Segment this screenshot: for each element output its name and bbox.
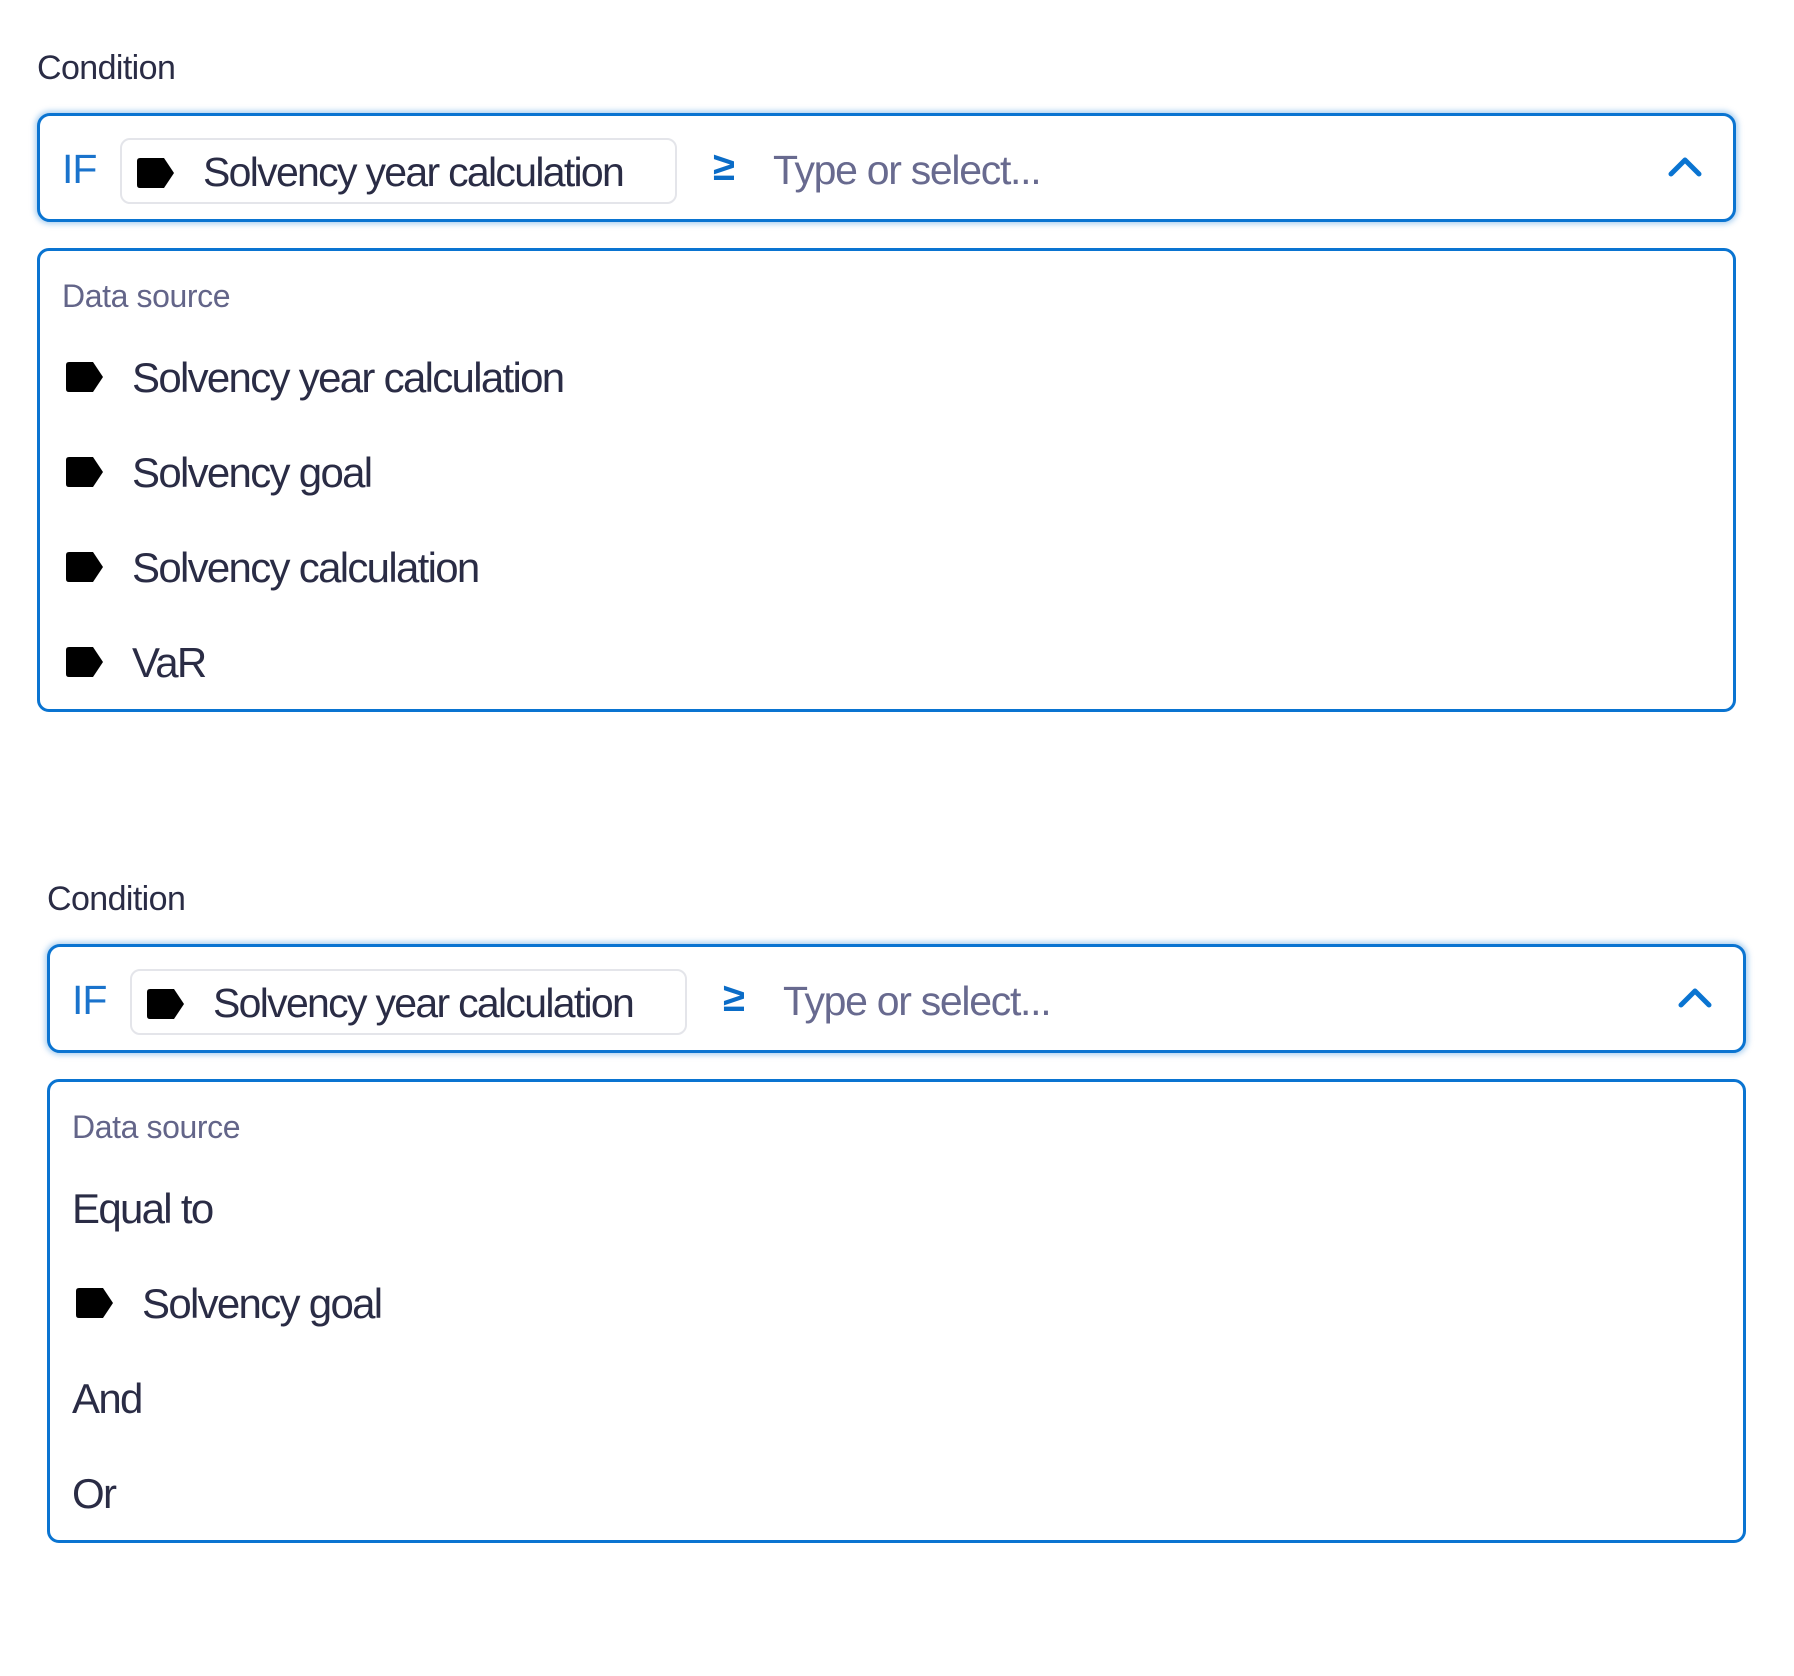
tag-icon xyxy=(66,552,103,582)
condition-label: Condition xyxy=(37,49,176,87)
condition-input[interactable]: IF Solvency year calculation ≥ xyxy=(37,113,1736,222)
tag-icon xyxy=(76,1288,113,1318)
condition-section-1: Condition IF Solvency year calculation ≥… xyxy=(37,0,1736,712)
condition-label: Condition xyxy=(47,880,186,918)
option-label: Solvency goal xyxy=(142,1280,383,1327)
dropdown-option-or[interactable]: Or xyxy=(50,1454,1743,1534)
option-label: Equal to xyxy=(72,1185,214,1232)
data-source-chip[interactable]: Solvency year calculation xyxy=(130,969,687,1035)
operator-greater-equal[interactable]: ≥ xyxy=(713,144,735,190)
chip-label: Solvency year calculation xyxy=(213,980,635,1026)
option-label: Solvency year calculation xyxy=(132,354,565,401)
dropdown-panel: Data source Solvency year calculation So… xyxy=(37,248,1736,712)
tag-icon xyxy=(66,457,103,487)
data-source-chip[interactable]: Solvency year calculation xyxy=(120,138,677,204)
operator-greater-equal[interactable]: ≥ xyxy=(723,975,745,1021)
if-keyword: IF xyxy=(72,977,107,1023)
dropdown-option[interactable]: Solvency goal xyxy=(50,1264,1743,1344)
dropdown-option[interactable]: Solvency goal xyxy=(40,433,1733,513)
dropdown-group-header: Data source xyxy=(72,1109,241,1145)
dropdown-option-and[interactable]: And xyxy=(50,1359,1743,1439)
option-label: Solvency calculation xyxy=(132,544,480,591)
dropdown-option[interactable]: VaR xyxy=(40,623,1733,703)
tag-icon xyxy=(66,362,103,392)
if-keyword: IF xyxy=(62,146,97,192)
chip-label: Solvency year calculation xyxy=(203,149,625,195)
condition-value-input[interactable] xyxy=(773,138,1573,202)
tag-icon xyxy=(66,647,103,677)
condition-section-2: Condition IF Solvency year calculation ≥… xyxy=(47,831,1746,1543)
option-label: And xyxy=(72,1375,143,1422)
condition-value-input[interactable] xyxy=(783,969,1583,1033)
dropdown-group-header: Data source xyxy=(62,278,231,314)
dropdown-option[interactable]: Solvency calculation xyxy=(40,528,1733,608)
chevron-up-icon[interactable] xyxy=(1667,152,1703,182)
condition-input[interactable]: IF Solvency year calculation ≥ xyxy=(47,944,1746,1053)
option-label: VaR xyxy=(132,639,207,686)
option-label: Or xyxy=(72,1470,117,1517)
tag-icon xyxy=(137,158,174,188)
chevron-up-icon[interactable] xyxy=(1677,983,1713,1013)
dropdown-panel: Data source Equal to Solvency goal And O… xyxy=(47,1079,1746,1543)
tag-icon xyxy=(147,989,184,1019)
dropdown-option[interactable]: Solvency year calculation xyxy=(40,338,1733,418)
option-label: Solvency goal xyxy=(132,449,373,496)
dropdown-option-equal-to[interactable]: Equal to xyxy=(50,1169,1743,1249)
